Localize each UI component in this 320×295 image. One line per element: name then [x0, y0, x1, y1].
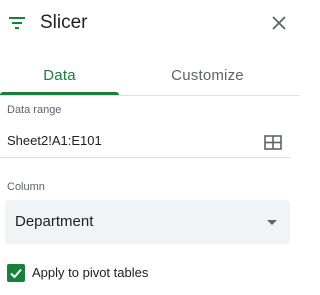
- data-range-label: Data range: [7, 104, 62, 116]
- column-select-value: Department: [15, 213, 94, 230]
- apply-pivot-label[interactable]: Apply to pivot tables: [32, 265, 148, 281]
- grid-icon[interactable]: [264, 135, 282, 150]
- column-select[interactable]: Department: [5, 200, 290, 244]
- active-tab-indicator: [0, 92, 119, 95]
- filter-icon: [9, 17, 25, 29]
- caret-down-icon: [267, 220, 277, 225]
- close-icon[interactable]: [270, 14, 288, 32]
- data-range-input[interactable]: Sheet2!A1:E101: [0, 124, 290, 158]
- column-label: Column: [7, 181, 45, 193]
- slicer-header: Slicer: [0, 0, 300, 48]
- tab-customize[interactable]: Customize: [145, 58, 270, 95]
- checkmark-icon: [10, 268, 22, 279]
- panel-title: Slicer: [40, 12, 88, 33]
- data-range-value: Sheet2!A1:E101: [7, 133, 102, 148]
- apply-pivot-checkbox[interactable]: [7, 264, 25, 282]
- tab-bar: Data Customize: [0, 58, 300, 96]
- tab-data[interactable]: Data: [0, 58, 119, 95]
